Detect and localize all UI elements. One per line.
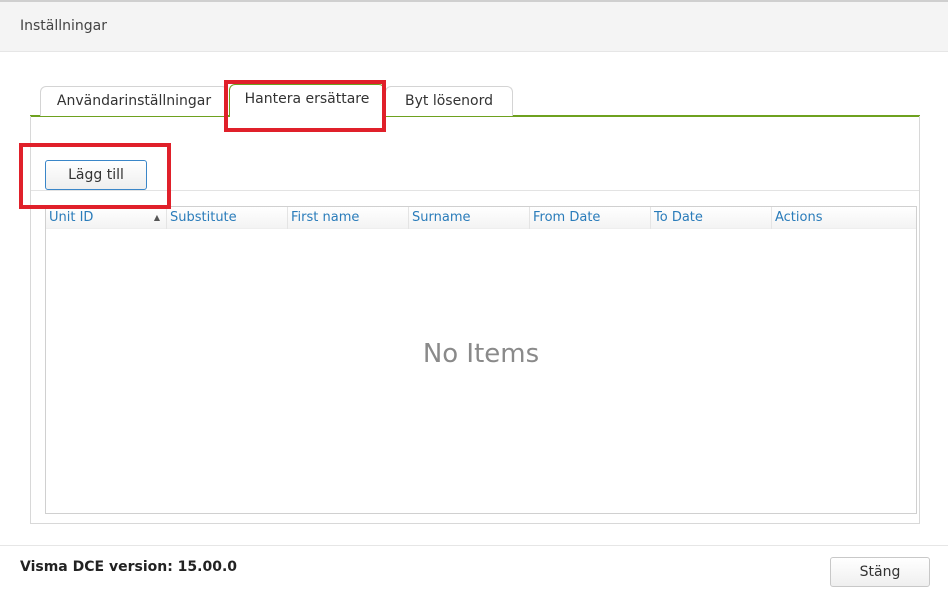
column-from-date[interactable]: From Date <box>530 207 651 229</box>
footer-divider <box>0 545 948 546</box>
tab-bar: Användarinställningar Hantera ersättare … <box>30 82 920 119</box>
window-title: Inställningar <box>20 18 108 34</box>
column-substitute[interactable]: Substitute <box>167 207 288 229</box>
window-header: Inställningar <box>0 0 948 52</box>
add-button[interactable]: Lägg till <box>45 160 147 190</box>
column-to-date[interactable]: To Date <box>651 207 772 229</box>
tab-user-settings[interactable]: Användarinställningar <box>40 86 228 116</box>
version-label: Visma DCE version: 15.00.0 <box>20 559 238 575</box>
tab-change-password[interactable]: Byt lösenord <box>385 86 513 116</box>
toolbar-divider <box>31 190 919 191</box>
empty-grid-message: No Items <box>422 339 540 369</box>
close-button[interactable]: Stäng <box>830 557 930 587</box>
tab-manage-substitutes[interactable]: Hantera ersättare <box>229 84 385 119</box>
grid-header: Unit ID ▲ Substitute First name Surname … <box>46 207 916 229</box>
column-surname[interactable]: Surname <box>409 207 530 229</box>
sort-ascending-icon: ▲ <box>153 213 160 222</box>
column-actions[interactable]: Actions <box>772 207 916 229</box>
substitutes-grid: Unit ID ▲ Substitute First name Surname … <box>45 206 917 514</box>
tab-content-panel: Lägg till Unit ID ▲ Substitute First nam… <box>30 116 920 524</box>
column-unit-id[interactable]: Unit ID ▲ <box>46 207 167 229</box>
column-first-name[interactable]: First name <box>288 207 409 229</box>
